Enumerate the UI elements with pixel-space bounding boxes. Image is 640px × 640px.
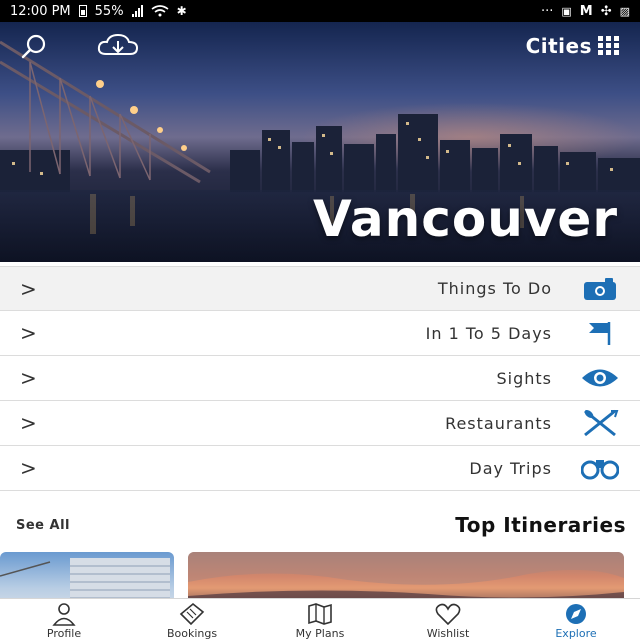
status-bar: 12:00 PM 55% ✱ ··· ▣ M ✣ ▨ xyxy=(0,0,640,22)
mail-icon: M xyxy=(579,3,593,19)
menu-item-label: Things To Do xyxy=(437,279,552,298)
status-left: 12:00 PM 55% ✱ xyxy=(10,4,187,19)
signal-icon xyxy=(131,5,143,17)
fan-icon: ✣ xyxy=(600,3,612,19)
see-all-link[interactable]: See All xyxy=(16,518,70,533)
hero-banner: Cities Vancouver xyxy=(0,22,640,262)
app-logo: Cities xyxy=(526,34,620,58)
image-icon: ▨ xyxy=(619,4,630,18)
chevron-icon: > xyxy=(20,276,37,301)
menu-item-label: Day Trips xyxy=(469,458,552,478)
tab-explore[interactable]: Explore xyxy=(512,599,640,640)
chevron-icon: > xyxy=(20,411,37,435)
menu-item-label: In 1 To 5 Days xyxy=(425,323,552,343)
chevron-icon: > xyxy=(20,321,37,345)
logo-grid-icon xyxy=(598,36,619,55)
map-icon xyxy=(308,603,332,625)
tab-label: My Plans xyxy=(295,627,345,640)
user-icon xyxy=(52,603,76,626)
itineraries-header: See All Top Itineraries xyxy=(0,508,640,542)
tab-wishlist[interactable]: Wishlist xyxy=(384,599,512,640)
utensils-icon xyxy=(580,408,620,438)
camera-icon xyxy=(580,274,620,304)
clock-text: 12:00 PM xyxy=(10,3,71,19)
hero-toolbar: Cities xyxy=(0,22,640,66)
ticket-icon xyxy=(179,602,205,626)
notification-dots: ··· xyxy=(540,3,554,19)
menu-item-label: Sights xyxy=(496,368,552,388)
wifi-icon xyxy=(151,5,169,17)
itinerary-card-image xyxy=(0,558,170,600)
tab-label: Profile xyxy=(46,627,82,640)
flag-icon xyxy=(580,318,620,348)
tab-profile[interactable]: Profile xyxy=(0,599,128,640)
menu-item-sights[interactable]: > Sights xyxy=(0,356,640,401)
chevron-icon: > xyxy=(20,456,37,480)
battery-icon xyxy=(78,5,87,17)
city-title: Vancouver xyxy=(312,190,618,248)
section-title: Top Itineraries xyxy=(455,513,626,537)
bluetooth-icon: ✱ xyxy=(176,4,187,18)
tab-label: Explore xyxy=(555,627,597,640)
clipboard-icon: ▣ xyxy=(561,4,572,18)
menu-item-restaurants[interactable]: > Restaurants xyxy=(0,401,640,446)
search-icon[interactable] xyxy=(18,32,50,60)
itinerary-carousel xyxy=(0,552,640,600)
menu-item-in-1-to-5-days[interactable]: > In 1 To 5 Days xyxy=(0,311,640,356)
bottom-tab-bar: Profile Bookings My Plans Wishlist Explo… xyxy=(0,598,640,640)
tab-label: Wishlist xyxy=(426,627,470,640)
download-icon[interactable] xyxy=(96,32,140,60)
compass-icon xyxy=(566,604,586,624)
heart-icon xyxy=(435,603,461,626)
category-menu: > Things To Do > In 1 To 5 Days > Sights… xyxy=(0,266,640,491)
logo-text: Cities xyxy=(525,34,592,58)
tab-bookings[interactable]: Bookings xyxy=(128,599,256,640)
menu-item-things-to-do[interactable]: > Things To Do xyxy=(0,266,640,311)
menu-item-label: Restaurants xyxy=(445,413,552,433)
tab-my-plans[interactable]: My Plans xyxy=(256,599,384,640)
chevron-icon: > xyxy=(20,366,37,390)
itinerary-card[interactable] xyxy=(188,552,624,600)
tab-label: Bookings xyxy=(166,627,218,640)
binoculars-icon xyxy=(580,453,620,483)
itinerary-card-image xyxy=(188,552,624,600)
status-right: ··· ▣ M ✣ ▨ xyxy=(541,4,630,19)
eye-icon xyxy=(580,363,620,393)
itinerary-card[interactable] xyxy=(0,552,174,600)
battery-text: 55% xyxy=(94,3,124,19)
menu-item-day-trips[interactable]: > Day Trips xyxy=(0,446,640,491)
